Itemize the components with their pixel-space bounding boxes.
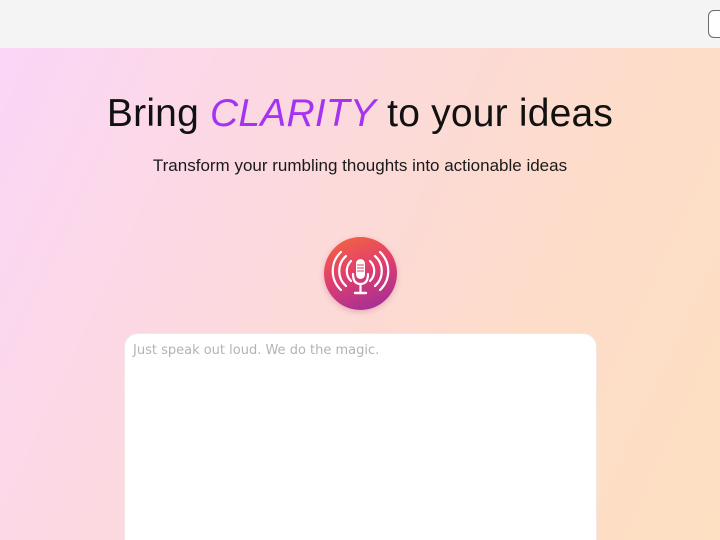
page-title: Bring CLARITY to your ideas [0,92,720,136]
record-button[interactable] [324,237,397,310]
microphone-broadcast-icon [331,250,390,295]
headline-end: to your ideas [376,92,614,135]
hero-section: Bring CLARITY to your ideas Transform yo… [0,48,720,540]
browser-top-bar [0,0,720,48]
headline-accent: CLARITY [210,92,377,135]
headline-start: Bring [106,92,211,135]
speech-input[interactable] [124,333,597,540]
page-subtitle: Transform your rumbling thoughts into ac… [152,156,568,175]
top-bar-button[interactable] [708,10,720,38]
